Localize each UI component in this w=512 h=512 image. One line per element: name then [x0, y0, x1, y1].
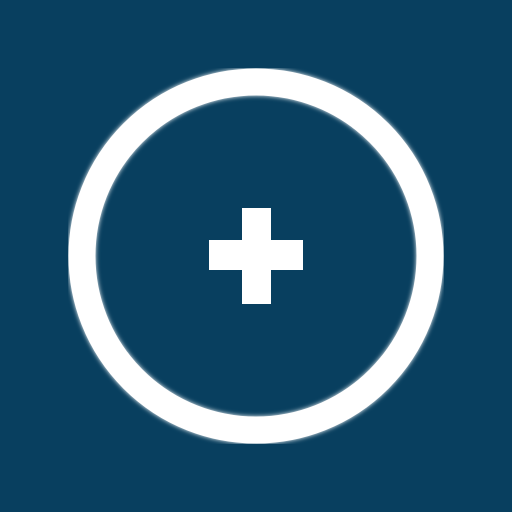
plus-icon [209, 208, 303, 304]
app-icon [0, 0, 512, 512]
add-circle-icon [68, 68, 444, 444]
add-button[interactable] [68, 68, 444, 444]
